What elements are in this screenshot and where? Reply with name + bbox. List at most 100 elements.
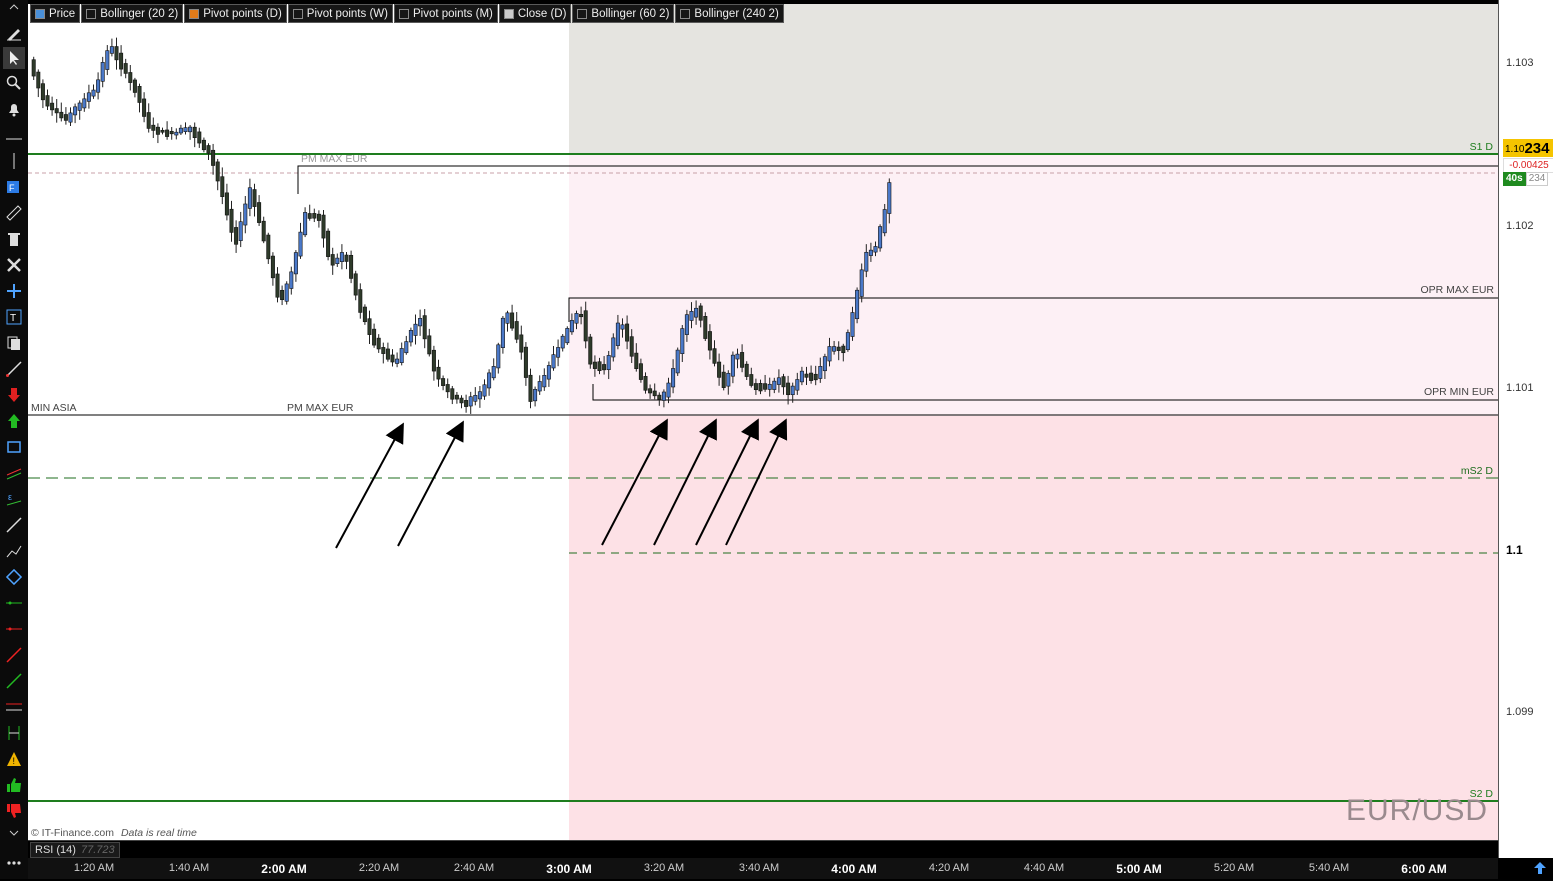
legend-item[interactable]: Bollinger (240 2) bbox=[675, 4, 784, 23]
red-trendline-icon[interactable] bbox=[3, 644, 25, 666]
price-tick: 1.101 bbox=[1506, 382, 1534, 394]
polyline-icon[interactable] bbox=[3, 540, 25, 562]
pencil-icon[interactable] bbox=[3, 22, 25, 44]
candle-body bbox=[422, 315, 427, 340]
candle-body bbox=[473, 395, 478, 402]
alert-bell-icon[interactable] bbox=[3, 98, 25, 120]
candle-body bbox=[694, 307, 699, 318]
candle-body bbox=[312, 213, 317, 219]
scroll-down-icon[interactable] bbox=[3, 826, 25, 840]
candle-body bbox=[560, 335, 565, 349]
zoom-icon[interactable] bbox=[3, 72, 25, 94]
green-hline-icon[interactable] bbox=[3, 592, 25, 614]
candle-body bbox=[606, 355, 611, 370]
candle-body bbox=[395, 358, 400, 364]
candle-body bbox=[519, 334, 524, 353]
candle-body bbox=[772, 380, 777, 390]
channel-icon[interactable] bbox=[3, 462, 25, 484]
green-trendline-icon[interactable] bbox=[3, 670, 25, 692]
candle-body bbox=[137, 86, 142, 103]
candle-body bbox=[638, 363, 643, 380]
candle-body bbox=[381, 347, 386, 354]
time-tick: 4:20 AM bbox=[928, 862, 970, 874]
red-hline-icon[interactable] bbox=[3, 618, 25, 640]
legend-swatch bbox=[398, 8, 409, 19]
candle-body bbox=[165, 129, 170, 137]
candle-body bbox=[546, 365, 551, 380]
legend-item[interactable]: Price bbox=[30, 4, 81, 23]
candle-body bbox=[109, 46, 114, 54]
candle-body bbox=[864, 251, 869, 272]
expand-corner-icon[interactable] bbox=[1531, 860, 1549, 876]
thumbs-up-icon[interactable] bbox=[3, 774, 25, 796]
time-tick: 2:00 AM bbox=[261, 862, 307, 876]
copy-icon[interactable] bbox=[3, 332, 25, 354]
chart-canvas bbox=[28, 37, 1498, 802]
candle-body bbox=[666, 382, 671, 398]
candle-body bbox=[873, 246, 878, 253]
cursor-icon[interactable] bbox=[3, 47, 25, 69]
elliott-icon[interactable]: ε bbox=[3, 488, 25, 510]
candle-body bbox=[431, 349, 436, 372]
sell-arrow-icon[interactable] bbox=[3, 384, 25, 406]
time-tick: 2:40 AM bbox=[453, 862, 495, 874]
candle-body bbox=[224, 192, 229, 216]
candle-body bbox=[776, 377, 781, 385]
time-tick: 4:40 AM bbox=[1023, 862, 1065, 874]
legend-label: Pivot points (W) bbox=[306, 7, 388, 20]
rsi-panel[interactable]: RSI (14) 77.723 bbox=[28, 840, 1498, 859]
legend-item[interactable]: Pivot points (W) bbox=[287, 4, 393, 23]
time-tick: 1:40 AM bbox=[168, 862, 210, 874]
time-tick: 6:00 AM bbox=[1401, 862, 1447, 876]
rsi-value: 77.723 bbox=[80, 844, 115, 856]
candle-body bbox=[243, 203, 248, 226]
text-tool-icon[interactable]: T bbox=[3, 306, 25, 328]
candle-body bbox=[845, 332, 850, 351]
trendline-icon[interactable] bbox=[3, 514, 25, 536]
more-icon[interactable] bbox=[3, 852, 25, 874]
buy-arrow-icon[interactable] bbox=[3, 410, 25, 432]
arrow-3 bbox=[601, 418, 668, 546]
candle-body bbox=[229, 208, 234, 233]
candle-body bbox=[868, 249, 873, 256]
time-tick: 3:00 AM bbox=[546, 862, 592, 876]
collapse-toolbar-icon[interactable] bbox=[3, 0, 25, 14]
rectangle-icon[interactable] bbox=[3, 436, 25, 458]
time-tick: 3:40 AM bbox=[738, 862, 780, 874]
candle-body bbox=[740, 352, 745, 368]
rsi-label[interactable]: RSI (14) 77.723 bbox=[30, 842, 120, 858]
candle-body bbox=[146, 112, 151, 129]
tools-icon[interactable] bbox=[3, 254, 25, 276]
candle-body bbox=[818, 366, 823, 379]
candle-body bbox=[45, 95, 50, 107]
candle-body bbox=[735, 353, 740, 360]
move-icon[interactable] bbox=[3, 280, 25, 302]
candle-body bbox=[510, 312, 515, 329]
warning-icon[interactable]: ! bbox=[3, 748, 25, 770]
candle-body bbox=[36, 71, 41, 89]
candle-body bbox=[574, 313, 579, 324]
legend-label: Close (D) bbox=[517, 7, 567, 20]
measure-icon[interactable] bbox=[3, 722, 25, 744]
price-chart[interactable]: S1 D PM MAX EUR OPR MAX EUR OPR MIN EUR … bbox=[28, 4, 1498, 840]
legend-item[interactable]: Pivot points (D) bbox=[184, 4, 287, 23]
fibonacci-icon[interactable]: F bbox=[3, 176, 25, 198]
legend-item[interactable]: Bollinger (20 2) bbox=[81, 4, 184, 23]
indicator-legend: Price Bollinger (20 2) Pivot points (D) Piv… bbox=[30, 4, 785, 23]
candle-body bbox=[298, 231, 303, 257]
horizontal-line-icon[interactable] bbox=[3, 124, 25, 146]
time-axis[interactable]: 1:20 AM 1:40 AM 2:00 AM 2:20 AM 2:40 AM 3:00 … bbox=[28, 858, 1498, 879]
line-tool-icon[interactable] bbox=[3, 358, 25, 380]
trash-icon[interactable] bbox=[3, 228, 25, 250]
candle-body bbox=[625, 323, 630, 342]
legend-item[interactable]: Close (D) bbox=[498, 4, 572, 23]
legend-item[interactable]: Pivot points (M) bbox=[393, 4, 498, 23]
legend-item[interactable]: Bollinger (60 2) bbox=[572, 4, 675, 23]
ruler-icon[interactable] bbox=[3, 202, 25, 224]
thumbs-down-icon[interactable] bbox=[3, 800, 25, 822]
legend-swatch bbox=[577, 8, 588, 19]
pitchfork-icon[interactable] bbox=[3, 566, 25, 588]
vertical-line-icon[interactable] bbox=[3, 150, 25, 172]
price-axis[interactable]: 1.103 1.102 1.101 1.1 1.099 1.10 234 -0.… bbox=[1498, 0, 1553, 858]
range-icon[interactable] bbox=[3, 696, 25, 718]
